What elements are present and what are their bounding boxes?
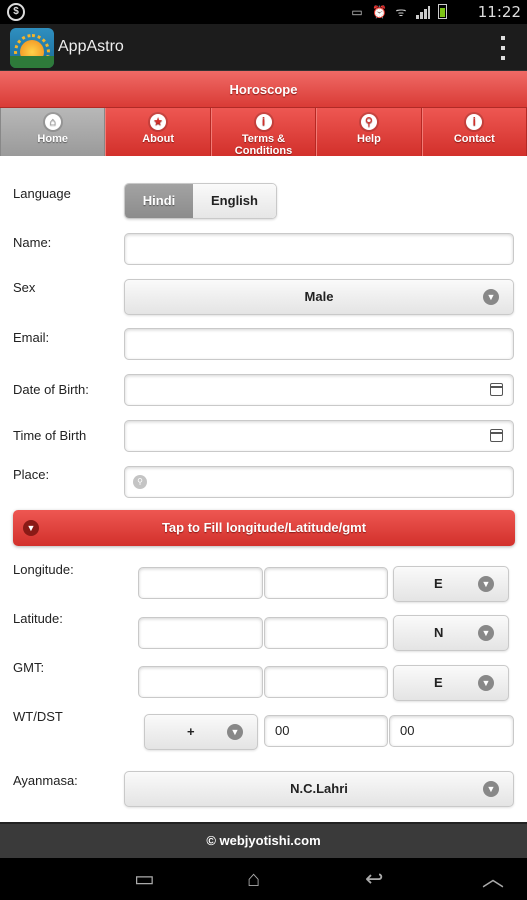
email-field[interactable] (124, 328, 514, 360)
wtdst-sign-value: + (187, 724, 195, 739)
latitude-direction-value: N (434, 625, 444, 640)
gmt-hours-field[interactable] (138, 666, 263, 698)
app-title: AppAstro (58, 38, 124, 55)
clock: 11:22 (477, 3, 521, 21)
chevron-down-icon: ▼ (227, 724, 243, 740)
search-icon: ⚲ (133, 475, 147, 489)
wtdst-hours-field[interactable]: 00 (264, 715, 388, 747)
nav-item-home[interactable]: ⌂ Home (0, 108, 106, 156)
name-field[interactable] (124, 233, 514, 265)
search-icon: ⚲ (360, 114, 377, 130)
home-icon: ⌂ (44, 114, 61, 130)
sex-select-value: Male (304, 289, 334, 304)
language-option-english[interactable]: English (193, 184, 276, 218)
status-icons: ▭ ⏰ ᯤ (350, 4, 447, 19)
longitude-direction-select[interactable]: E ▼ (393, 566, 509, 602)
calendar-icon[interactable] (490, 429, 503, 442)
gmt-direction-select[interactable]: E ▼ (393, 665, 509, 701)
wifi-icon: ᯤ (395, 4, 407, 19)
language-toggle: Hindi English (124, 183, 277, 219)
place-label: Place: (13, 467, 50, 482)
back-icon[interactable]: ↩ (365, 868, 383, 890)
calendar-icon[interactable] (490, 383, 503, 396)
name-label: Name: (13, 235, 52, 250)
sex-label: Sex (13, 280, 36, 295)
language-option-hindi[interactable]: Hindi (125, 184, 193, 218)
notification-icon: $ (7, 3, 25, 21)
gmt-label: GMT: (13, 660, 45, 675)
nav-item-label: About (142, 133, 174, 145)
tob-label: Time of Birth (13, 428, 87, 443)
wtdst-label: WT/DST (13, 709, 63, 724)
gmt-minutes-field[interactable] (264, 666, 388, 698)
chevron-down-icon: ▼ (483, 781, 499, 797)
star-icon: ★ (150, 114, 167, 130)
longitude-degrees-field[interactable] (138, 567, 263, 599)
vibrate-icon: ▭ (351, 4, 363, 19)
nav-item-about[interactable]: ★ About (105, 108, 211, 156)
nav-item-label: Terms & Conditions (234, 133, 293, 157)
place-search-input[interactable]: ⚲ (124, 466, 514, 498)
home-button-icon[interactable]: ⌂ (247, 868, 260, 890)
tob-field[interactable] (124, 420, 514, 452)
nav-item-label: Help (357, 133, 381, 145)
nav-item-contact[interactable]: i Contact (421, 108, 527, 156)
nav-item-label: Home (37, 133, 68, 145)
latitude-label: Latitude: (13, 611, 63, 626)
latitude-minutes-field[interactable] (264, 617, 388, 649)
chevron-up-icon[interactable]: ︿ (482, 868, 504, 890)
latitude-direction-select[interactable]: N ▼ (393, 615, 509, 651)
wtdst-hours-value: 00 (275, 723, 290, 738)
dob-label: Date of Birth: (13, 382, 89, 397)
page-title: Horoscope (0, 71, 527, 108)
fill-coordinates-button[interactable]: ▼ Tap to Fill longitude/Latitude/gmt (13, 510, 515, 546)
status-bar: $ ▭ ⏰ ᯤ 11:22 (0, 0, 527, 24)
longitude-direction-value: E (434, 576, 443, 591)
fill-coordinates-label: Tap to Fill longitude/Latitude/gmt (161, 520, 367, 535)
language-label: Language (13, 186, 71, 201)
sex-select[interactable]: Male ▼ (124, 279, 514, 315)
nav-bar: ⌂ Home ★ About i Terms & Conditions ⚲ He… (0, 108, 527, 157)
info-icon: i (466, 114, 483, 130)
signal-icon (416, 5, 430, 19)
footer: © webjyotishi.com (0, 822, 527, 858)
longitude-minutes-field[interactable] (264, 567, 388, 599)
nav-item-label: Contact (453, 133, 495, 145)
ayanmasa-select-value: N.C.Lahri (290, 781, 348, 796)
overflow-menu-icon[interactable] (501, 36, 507, 60)
gmt-direction-value: E (434, 675, 443, 690)
chevron-down-icon: ▼ (23, 520, 39, 536)
app-logo-icon[interactable] (10, 28, 54, 68)
battery-icon (438, 4, 447, 19)
latitude-degrees-field[interactable] (138, 617, 263, 649)
chevron-down-icon: ▼ (483, 289, 499, 305)
wtdst-minutes-value: 00 (400, 723, 415, 738)
longitude-label: Longitude: (13, 562, 74, 577)
nav-item-help[interactable]: ⚲ Help (316, 108, 422, 156)
wtdst-sign-select[interactable]: + ▼ (144, 714, 258, 750)
wtdst-minutes-field[interactable]: 00 (389, 715, 514, 747)
dob-field[interactable] (124, 374, 514, 406)
nav-item-terms[interactable]: i Terms & Conditions (210, 108, 317, 157)
email-label: Email: (13, 330, 50, 345)
ayanmasa-label: Ayanmasa: (13, 773, 78, 788)
system-nav-bar: ▭ ⌂ ↩ ︿ (0, 858, 527, 900)
chevron-down-icon: ▼ (478, 675, 494, 691)
info-icon: i (255, 114, 272, 130)
recent-apps-icon[interactable]: ▭ (134, 868, 155, 890)
chevron-down-icon: ▼ (478, 576, 494, 592)
alarm-icon: ⏰ (372, 4, 387, 19)
chevron-down-icon: ▼ (478, 625, 494, 641)
action-bar: AppAstro (0, 24, 527, 71)
ayanmasa-select[interactable]: N.C.Lahri ▼ (124, 771, 514, 807)
